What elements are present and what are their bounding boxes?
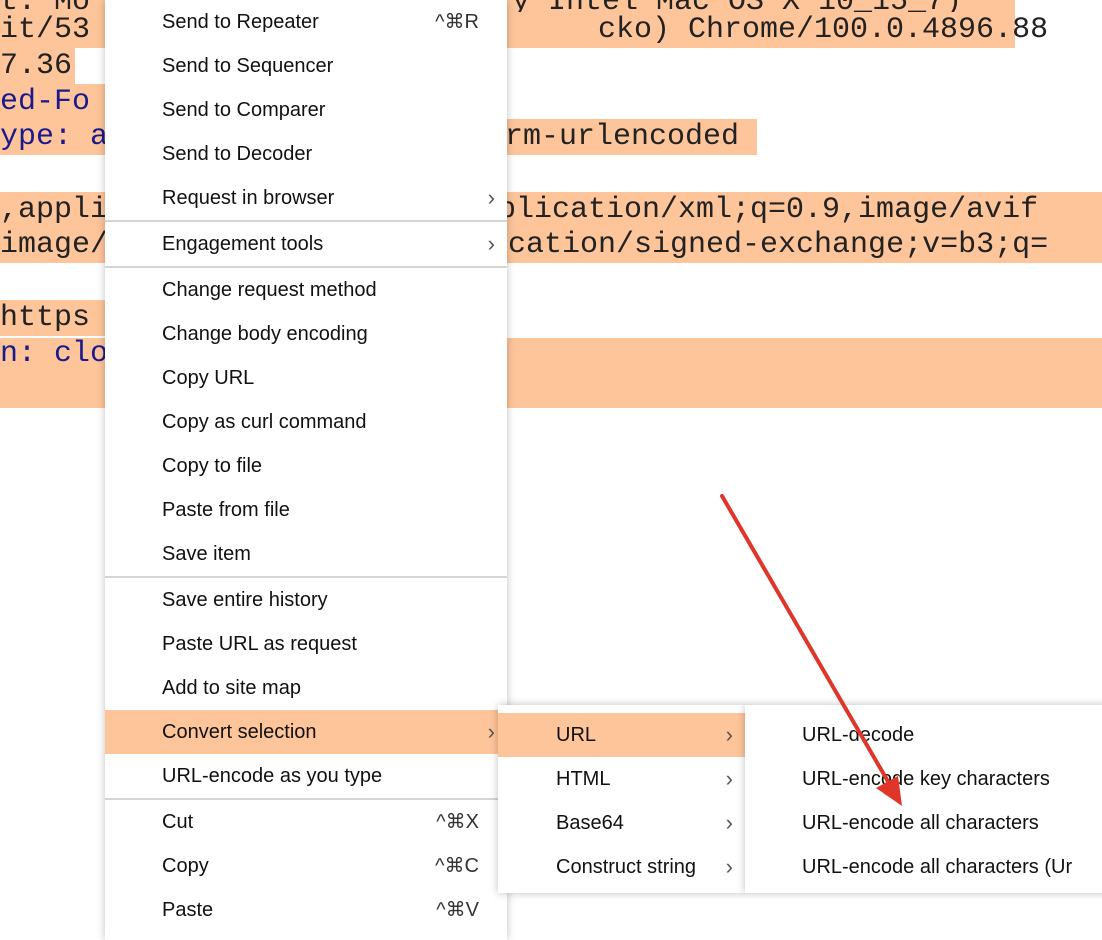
red-arrow-annotation bbox=[720, 494, 902, 806]
